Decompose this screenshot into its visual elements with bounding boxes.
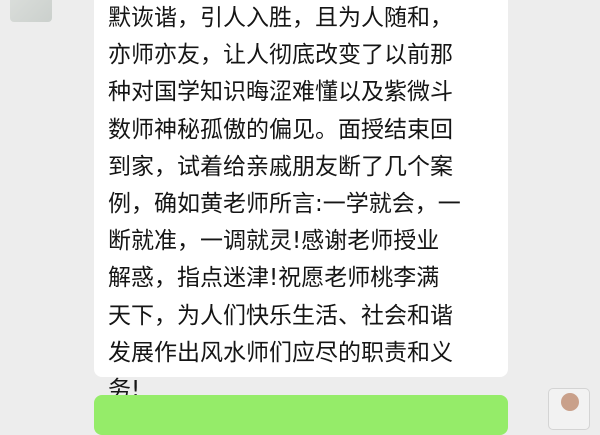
- message-line: 亦师亦友，让人彻底改变了以前那: [108, 42, 453, 69]
- message-line: 种对国学知识晦涩难懂以及紫微斗: [108, 79, 453, 106]
- outgoing-message-bubble[interactable]: [94, 395, 508, 435]
- message-line: 解惑，指点迷津!祝愿老师桃李满: [108, 265, 440, 292]
- message-line: 天下，为人们快乐生活、社会和谐: [108, 302, 453, 329]
- avatar-face-icon: [561, 393, 579, 411]
- message-line: 断就准，一调就灵!感谢老师授业: [108, 228, 440, 255]
- message-line: 例，确如黄老师所言:一学就会，一: [108, 190, 461, 217]
- message-line: 默诙谐，引人入胜，且为人随和，: [108, 5, 453, 31]
- sender-avatar[interactable]: [10, 0, 52, 22]
- message-line: 到家，试着给亲戚朋友断了几个案: [108, 153, 453, 180]
- own-avatar[interactable]: [548, 388, 590, 430]
- message-line: 发展作出风水师们应尽的职责和义: [108, 339, 453, 366]
- message-line: 数师神秘孤傲的偏见。面授结束回: [108, 116, 453, 143]
- chat-message-area: 默诙谐，引人入胜，且为人随和， 亦师亦友，让人彻底改变了以前那 种对国学知识晦涩…: [0, 0, 600, 435]
- incoming-message-bubble[interactable]: 默诙谐，引人入胜，且为人随和， 亦师亦友，让人彻底改变了以前那 种对国学知识晦涩…: [94, 0, 508, 403]
